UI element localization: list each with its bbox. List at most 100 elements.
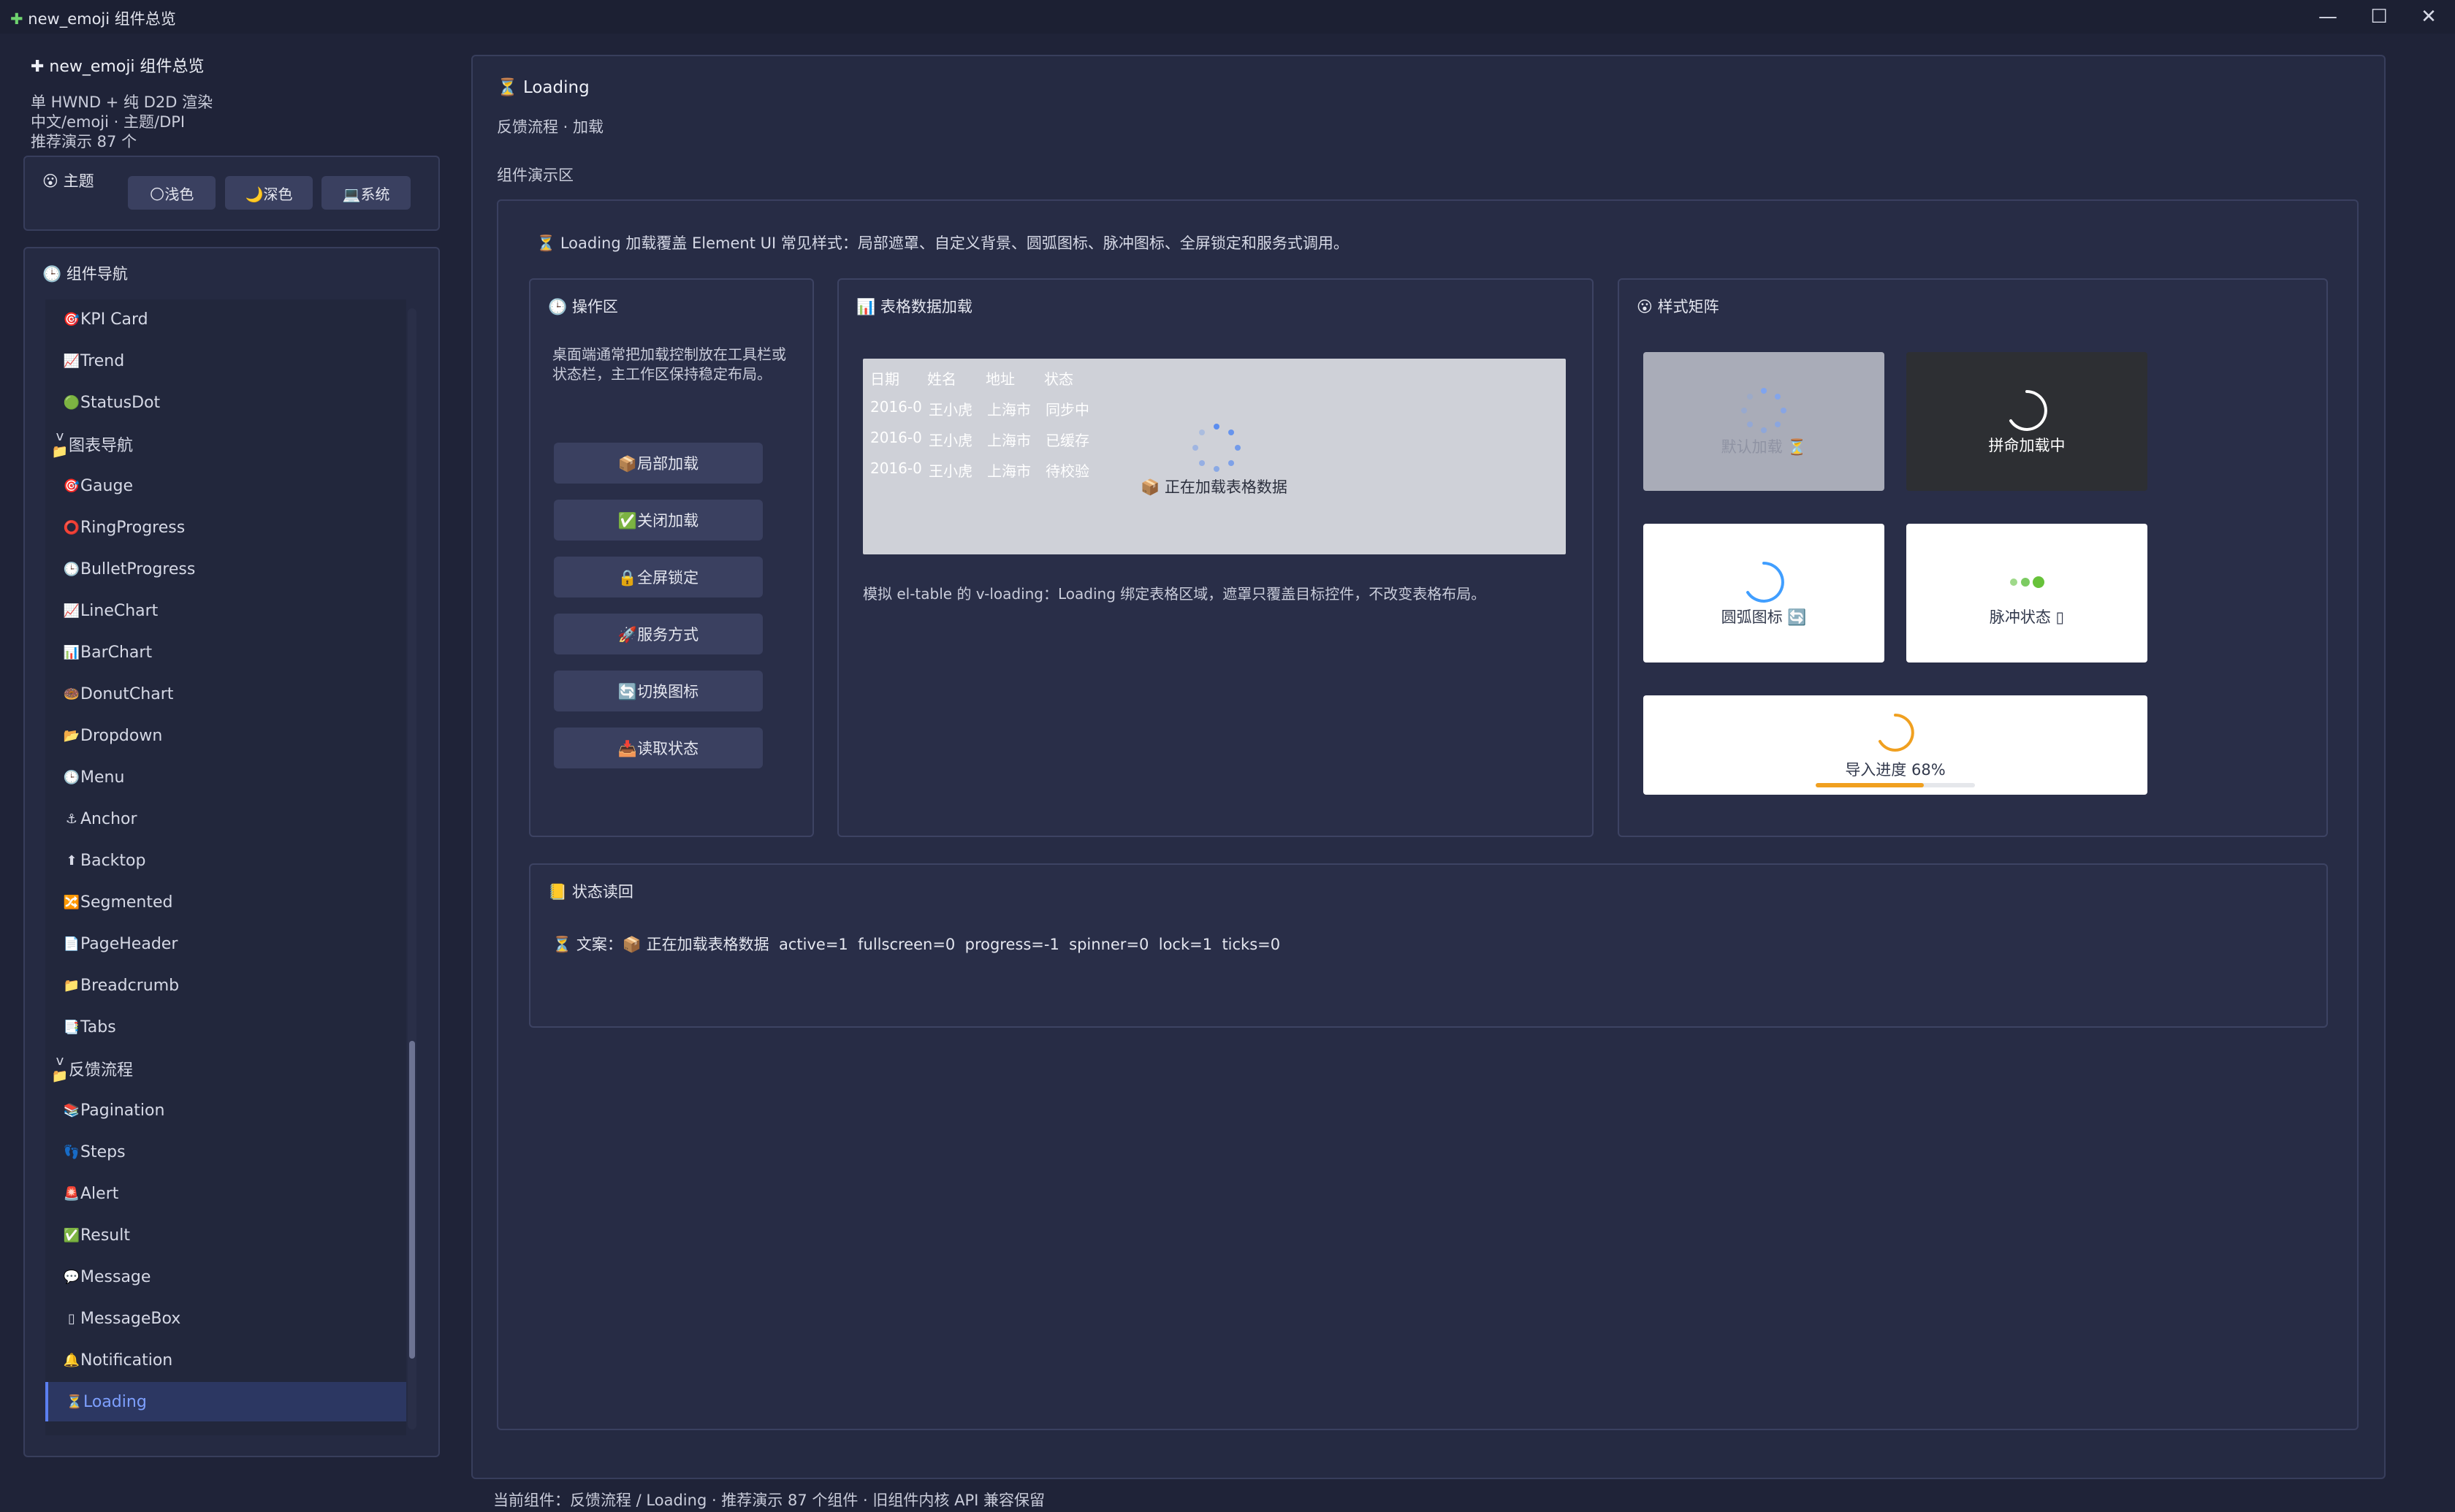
nav-item-icon: 📚 (63, 1102, 80, 1118)
page-subtitle: 反馈流程 · 加载 (497, 118, 604, 136)
theme-dark-button[interactable]: 🌙深色 (225, 176, 313, 210)
custom-background-tile[interactable]: 拼命加载中 (1906, 352, 2147, 491)
sidebar-item-pagination[interactable]: 📚 Pagination (45, 1091, 403, 1130)
nav-item-label: BarChart (80, 643, 153, 662)
nav-item-icon: 🔀 (63, 894, 80, 910)
pulse-status-tile[interactable]: 脉冲状态 ▯ (1906, 524, 2147, 663)
loading-table: 日期 姓名 地址 状态 2016-0 王小虎 上海市 同步中 2016-0 王小… (863, 359, 1566, 554)
arc-spinner-icon (2009, 390, 2047, 431)
fullscreen-lock-button[interactable]: 🔒全屏锁定 (554, 557, 763, 597)
nav-item-label: Segmented (80, 893, 173, 912)
nav-item-icon: ⭕ (63, 519, 80, 535)
table-cell: 王小虎 (929, 462, 973, 480)
nav-item-label: Trend (80, 351, 125, 370)
nav-scrollbar-thumb[interactable] (409, 1041, 415, 1359)
sidebar-item-steps[interactable]: 👣 Steps (45, 1132, 403, 1172)
sidebar-item-tabs[interactable]: 📑 Tabs (45, 1007, 403, 1047)
table-cell: 同步中 (1046, 401, 1089, 419)
sidebar-item-loading[interactable]: ⏳ Loading (45, 1382, 406, 1421)
nav-item-label: LineChart (80, 601, 159, 620)
table-header-address: 地址 (986, 370, 1015, 388)
service-mode-button[interactable]: 🚀服务方式 (554, 614, 763, 654)
sidebar-item-barchart[interactable]: 📊 BarChart (45, 633, 403, 672)
window-title-text: new_emoji 组件总览 (28, 10, 176, 28)
nav-item-label: Menu (80, 768, 125, 787)
import-progress-tile[interactable]: 导入进度 68% (1643, 695, 2147, 795)
nav-item-label: DonutChart (80, 684, 174, 703)
sidebar-item-result[interactable]: ✅ Result (45, 1215, 403, 1255)
arc-icon-tile[interactable]: 圆弧图标 🔄 (1643, 524, 1884, 663)
sidebar-item-ringprogress[interactable]: ⭕ RingProgress (45, 508, 403, 547)
nav-item-icon: 📈 (63, 603, 80, 619)
sidebar-item-menu[interactable]: 🕒 Menu (45, 757, 403, 797)
sidebar-item-breadcrumb[interactable]: 📁 Breadcrumb (45, 966, 403, 1005)
sidebar-item-dropdown[interactable]: 📂 Dropdown (45, 716, 403, 755)
table-loading-text: 📦 正在加载表格数据 (1141, 478, 1287, 496)
sidebar-item-backtop[interactable]: ⬆ Backtop (45, 841, 403, 880)
sidebar-item-kpi-card[interactable]: 🎯 KPI Card (45, 299, 403, 339)
table-cell: 2016-0 (870, 429, 922, 446)
progress-fill (1816, 783, 1925, 787)
read-status-button[interactable]: 📥读取状态 (554, 728, 763, 768)
table-note: 模拟 el-table 的 v-loading：Loading 绑定表格区域，遮… (863, 585, 1486, 603)
default-loading-tile[interactable]: 默认加载 ⏳ (1643, 352, 1884, 491)
ops-card-title: 🕒 操作区 (548, 298, 618, 316)
theme-system-button[interactable]: 💻系统 (321, 176, 411, 210)
sidebar-item-反馈流程[interactable]: v 📁 反馈流程 (45, 1049, 403, 1088)
demo-area-label: 组件演示区 (497, 167, 574, 184)
nav-item-label: KPI Card (80, 310, 148, 329)
nav-item-label: Pagination (80, 1101, 165, 1120)
maximize-button[interactable]: ☐ (2354, 1, 2404, 32)
arc-spinner-icon (1879, 714, 1914, 752)
sidebar-item-notification[interactable]: 🔔 Notification (45, 1340, 403, 1380)
table-header-status: 状态 (1044, 370, 1073, 388)
nav-item-label: Gauge (80, 476, 133, 495)
progress-track (1816, 783, 1975, 787)
sidebar-item-segmented[interactable]: 🔀 Segmented (45, 882, 403, 922)
sidebar-item-alert[interactable]: 🚨 Alert (45, 1174, 403, 1213)
table-cell: 上海市 (987, 432, 1031, 449)
sidebar-item-bulletprogress[interactable]: 🕒 BulletProgress (45, 549, 403, 589)
status-bar: 当前组件：反馈流程 / Loading · 推荐演示 87 个组件 · 旧组件内… (493, 1492, 1045, 1509)
minimize-button[interactable]: — (2303, 1, 2353, 32)
nav-item-label: Anchor (80, 809, 137, 828)
nav-item-icon: 🎯 (63, 478, 80, 494)
nav-item-icon: 📈 (63, 353, 80, 369)
close-button[interactable]: ✕ (2404, 1, 2454, 32)
sidebar-info-line: 单 HWND + 纯 D2D 渲染 (31, 93, 213, 111)
sidebar-item-图表导航[interactable]: v 📁 图表导航 (45, 424, 403, 464)
title-bar: ✚ new_emoji 组件总览 — ☐ ✕ (0, 0, 2455, 34)
nav-item-label: Dropdown (80, 726, 163, 745)
page-title: ⏳ Loading (497, 78, 590, 97)
sidebar-item-donutchart[interactable]: 🍩 DonutChart (45, 674, 403, 714)
nav-item-label: Message (80, 1267, 151, 1286)
nav-item-label: Loading (83, 1392, 147, 1411)
sidebar-item-trend[interactable]: 📈 Trend (45, 341, 403, 381)
close-loading-button[interactable]: ✅关闭加载 (554, 500, 763, 541)
local-loading-button[interactable]: 📦局部加载 (554, 443, 763, 484)
sidebar-item-messagebox[interactable]: ▯ MessageBox (45, 1299, 403, 1338)
sidebar-item-linechart[interactable]: 📈 LineChart (45, 591, 403, 630)
sidebar-item-pageheader[interactable]: 📄 PageHeader (45, 924, 403, 963)
sidebar-item-gauge[interactable]: 🎯 Gauge (45, 466, 403, 505)
progress-label: 导入进度 68% (1845, 761, 1946, 779)
sidebar-item-message[interactable]: 💬 Message (45, 1257, 403, 1297)
nav-item-label: PageHeader (80, 934, 178, 953)
nav-item-label: 图表导航 (69, 437, 134, 455)
sidebar-item-statusdot[interactable]: 🟢 StatusDot (45, 383, 403, 422)
sidebar-item-anchor[interactable]: ⚓ Anchor (45, 799, 403, 839)
table-cell: 王小虎 (929, 432, 973, 449)
nav-item-icon: 🔔 (63, 1352, 80, 1368)
pulse-dots-icon (2010, 576, 2044, 588)
theme-light-button[interactable]: 🌕浅色 (128, 176, 216, 210)
nav-item-label: Backtop (80, 851, 146, 870)
tile-label: 拼命加载中 (1988, 437, 2066, 454)
table-cell: 待校验 (1046, 462, 1089, 480)
switch-icon-button[interactable]: 🔄切换图标 (554, 671, 763, 711)
nav-item-icon: 📑 (63, 1019, 80, 1035)
dots-spinner-icon (1192, 424, 1241, 472)
table-cell: 2016-0 (870, 459, 922, 477)
nav-item-icon: 🟢 (63, 394, 80, 411)
nav-item-icon: ⏳ (66, 1394, 83, 1410)
nav-item-label: Result (80, 1226, 130, 1245)
